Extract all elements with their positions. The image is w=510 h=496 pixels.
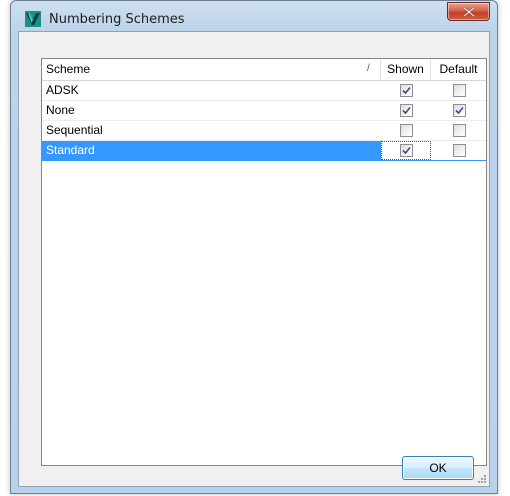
close-icon <box>463 7 475 17</box>
shown-cell <box>381 141 431 160</box>
table-row[interactable]: ADSK <box>42 81 486 101</box>
title-bar[interactable]: Numbering Schemes <box>11 1 497 31</box>
scheme-name: ADSK <box>46 83 79 97</box>
column-header-default[interactable]: Default <box>431 59 486 80</box>
default-checkbox[interactable] <box>452 104 466 117</box>
column-header-scheme[interactable]: Scheme <box>42 59 381 80</box>
default-cell <box>431 141 486 160</box>
checkmark-icon <box>402 106 411 115</box>
shown-checkbox[interactable] <box>400 144 413 157</box>
close-button[interactable] <box>447 2 490 21</box>
default-checkbox[interactable] <box>452 84 466 97</box>
table-row[interactable]: Sequential <box>42 121 486 141</box>
scheme-name: Sequential <box>46 123 103 137</box>
default-cell <box>431 121 486 140</box>
table-row[interactable]: Standard <box>42 141 486 161</box>
default-cell <box>431 81 486 100</box>
resize-grip-icon[interactable] <box>477 474 487 484</box>
shown-cell <box>381 81 431 100</box>
shown-checkbox[interactable] <box>400 124 413 137</box>
app-icon <box>25 11 41 27</box>
shown-checkbox[interactable] <box>400 104 413 117</box>
column-header-shown[interactable]: Shown <box>381 59 431 80</box>
window-title: Numbering Schemes <box>49 12 185 27</box>
shown-cell <box>381 121 431 140</box>
default-checkbox[interactable] <box>452 144 466 157</box>
ok-button[interactable]: OK <box>402 456 474 480</box>
scheme-name: None <box>46 103 75 117</box>
sort-indicator-icon: / <box>367 63 370 74</box>
checkmark-icon <box>454 106 464 115</box>
schemes-grid[interactable]: Scheme / Shown Default ADSK None Sequent… <box>41 58 487 466</box>
checkmark-icon <box>402 86 411 95</box>
table-row[interactable]: None <box>42 101 486 121</box>
default-checkbox[interactable] <box>452 124 466 137</box>
default-cell <box>431 101 486 120</box>
grid-header: Scheme / Shown Default <box>42 59 486 81</box>
dialog-window: Numbering Schemes Scheme / Shown Default… <box>10 0 498 494</box>
shown-cell <box>381 101 431 120</box>
shown-checkbox[interactable] <box>400 84 413 97</box>
dialog-client-area: Scheme / Shown Default ADSK None Sequent… <box>18 31 490 487</box>
checkmark-icon <box>402 146 411 155</box>
scheme-name: Standard <box>46 143 95 157</box>
